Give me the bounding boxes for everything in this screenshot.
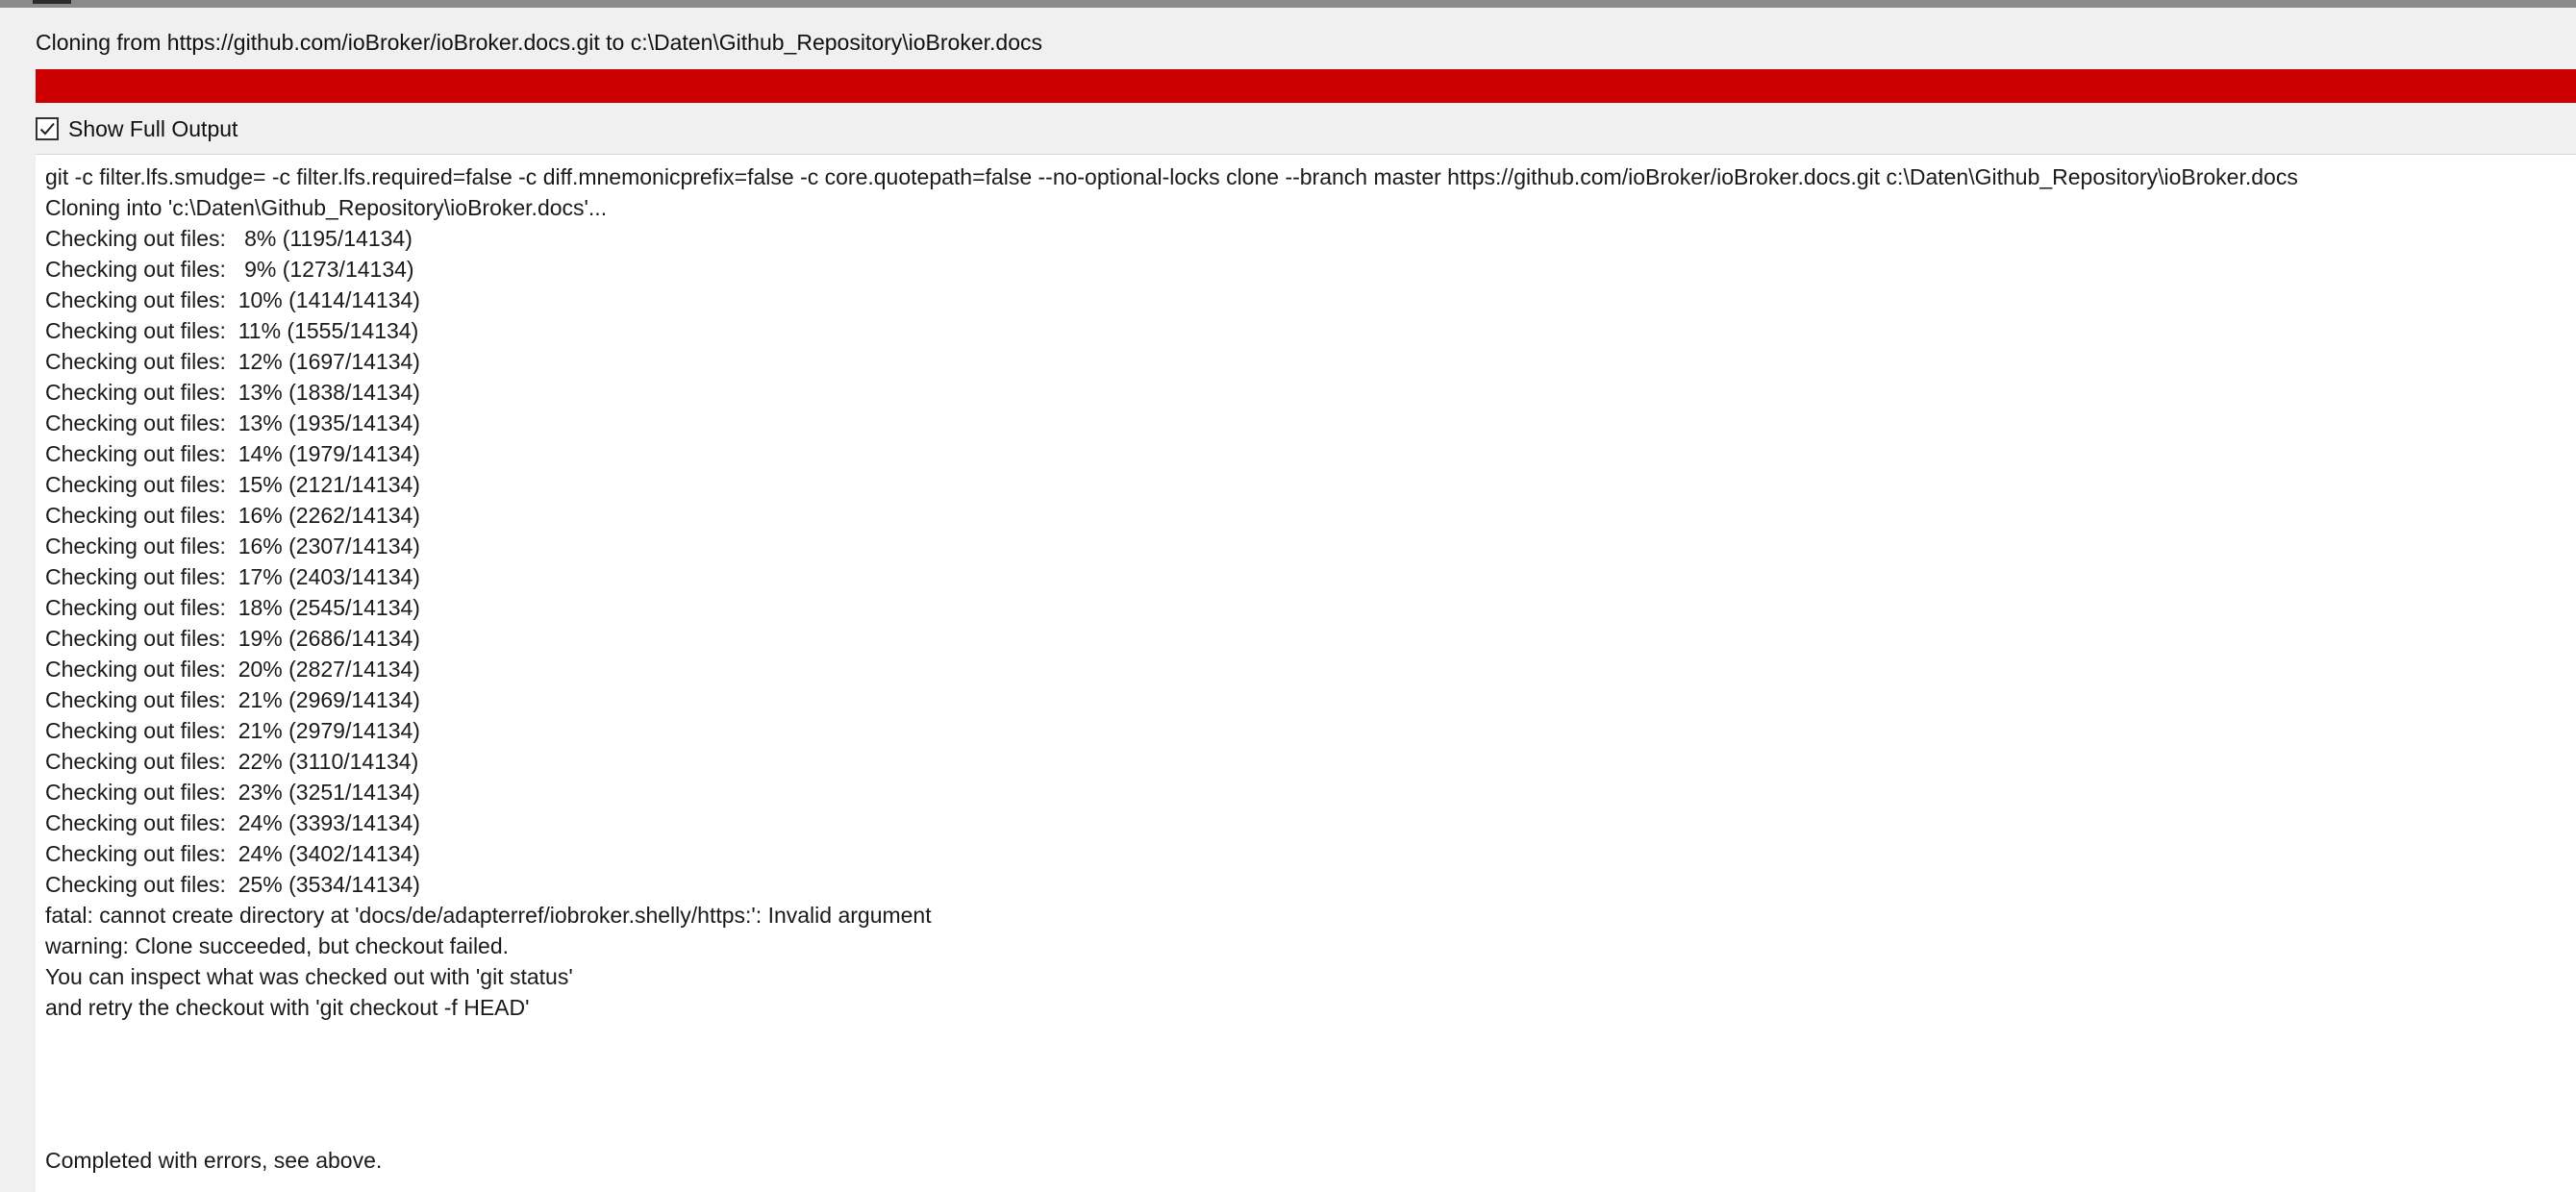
checkmark-icon — [39, 122, 55, 136]
show-full-output-label: Show Full Output — [68, 115, 238, 141]
output-line: Checking out files: 25% (3534/14134) — [45, 872, 420, 897]
output-line: Checking out files: 17% (2403/14134) — [45, 564, 420, 589]
output-line: Cloning into 'c:\Daten\Github_Repository… — [45, 195, 608, 220]
left-gutter — [0, 8, 35, 1192]
output-line: warning: Clone succeeded, but checkout f… — [45, 933, 510, 958]
window-edge-tab — [33, 0, 71, 4]
output-line: Checking out files: 20% (2827/14134) — [45, 657, 420, 682]
output-line: Checking out files: 24% (3393/14134) — [45, 810, 420, 835]
output-line: and retry the checkout with 'git checkou… — [45, 995, 530, 1020]
progress-bar-fill — [36, 69, 2576, 103]
output-line: Checking out files: 10% (1414/14134) — [45, 287, 420, 312]
output-line: Checking out files: 18% (2545/14134) — [45, 595, 420, 620]
output-line: git -c filter.lfs.smudge= -c filter.lfs.… — [45, 164, 2298, 189]
output-line: Checking out files: 19% (2686/14134) — [45, 626, 420, 651]
output-line: Checking out files: 24% (3402/14134) — [45, 841, 420, 866]
output-line: Checking out files: 12% (1697/14134) — [45, 349, 420, 374]
output-line: Checking out files: 16% (2262/14134) — [45, 503, 420, 528]
completion-status: Completed with errors, see above. — [45, 1148, 383, 1173]
dialog-title: Cloning from https://github.com/ioBroker… — [36, 30, 1043, 55]
output-line: Checking out files: 23% (3251/14134) — [45, 780, 420, 805]
output-line: You can inspect what was checked out wit… — [45, 964, 573, 989]
progress-bar — [36, 69, 2576, 103]
output-line: Checking out files: 9% (1273/14134) — [45, 257, 414, 282]
output-line: fatal: cannot create directory at 'docs/… — [45, 903, 932, 928]
output-line: Checking out files: 13% (1935/14134) — [45, 410, 420, 435]
output-line: Checking out files: 13% (1838/14134) — [45, 380, 420, 405]
output-line: Checking out files: 22% (3110/14134) — [45, 749, 419, 774]
output-line: Checking out files: 14% (1979/14134) — [45, 441, 420, 466]
output-line: Checking out files: 8% (1195/14134) — [45, 226, 413, 251]
output-line: Checking out files: 21% (2969/14134) — [45, 687, 420, 712]
window-top-edge — [0, 0, 2576, 8]
output-panel[interactable]: git -c filter.lfs.smudge= -c filter.lfs.… — [36, 154, 2576, 1192]
output-line: Checking out files: 21% (2979/14134) — [45, 718, 420, 743]
output-line: Checking out files: 15% (2121/14134) — [45, 472, 420, 497]
show-full-output-checkbox[interactable] — [36, 117, 59, 140]
show-full-output-toggle[interactable]: Show Full Output — [36, 113, 238, 144]
output-line: Checking out files: 16% (2307/14134) — [45, 534, 420, 559]
output-line: Checking out files: 11% (1555/14134) — [45, 318, 419, 343]
